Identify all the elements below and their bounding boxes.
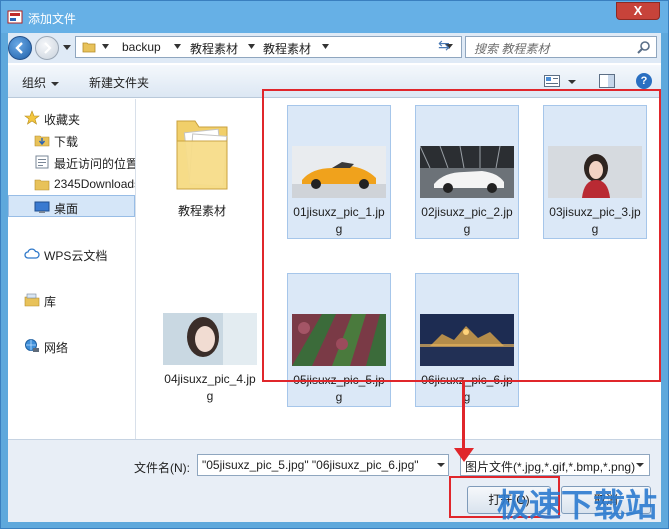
image-thumbnail [420,314,514,366]
file-item-selected[interactable]: 02jisuxz_pic_2.jpg [415,105,519,239]
forward-button[interactable] [35,36,59,60]
nav-item-label: WPS云文档 [44,249,108,263]
address-bar[interactable]: backup 教程素材 教程素材 [75,36,462,58]
breadcrumb-folder-2[interactable]: 教程素材 [263,40,311,57]
image-thumbnail [548,146,642,198]
caret-down-icon [51,81,60,86]
file-name: 03jisuxz_pic_3.jpg [549,205,641,236]
cloud-icon [24,248,40,259]
file-item-selected[interactable]: 01jisuxz_pic_1.jpg [287,105,391,239]
library-icon [24,293,40,307]
dialog-client: backup 教程素材 教程素材 ⇆ 搜索 教程素材 组织 新建文件夹 ? 收藏… [8,33,661,522]
recent-pages-icon[interactable] [63,42,71,52]
nav-item-recent-places[interactable]: 最近访问的位置 [8,151,135,173]
desktop-icon [34,201,50,213]
recent-places-icon [35,155,49,169]
file-dialog-window: 添加文件 X backup 教程素材 教程素材 ⇆ 搜索 教程素材 组织 新建文… [0,0,669,529]
file-name: 06jisuxz_pic_6.jpg [421,373,513,404]
chevron-down-icon[interactable] [174,44,181,49]
navigation-pane: 收藏夹 下载 最近访问的位置 2345Downloads 桌面 WPS云文档 库… [8,99,136,439]
forward-arrow-icon [44,42,52,54]
nav-item-network[interactable]: 网络 [8,335,135,357]
search-placeholder: 搜索 教程素材 [474,42,550,56]
nav-item-label: 最近访问的位置 [54,157,135,171]
file-item[interactable]: 04jisuxz_pic_4.jpg [159,273,263,407]
file-type-select[interactable]: 图片文件(*.jpg,*.gif,*.bmp,*.png) [460,454,650,476]
title-bar[interactable]: 添加文件 X [1,1,668,33]
watermark-logo: 极速下载站 [497,486,658,524]
nav-item-label: 网络 [44,341,69,355]
address-row: backup 教程素材 教程素材 ⇆ 搜索 教程素材 [8,33,661,63]
folder-icon [176,120,228,190]
file-item-selected[interactable]: 03jisuxz_pic_3.jpg [543,105,647,239]
back-arrow-icon [15,42,23,54]
preview-pane-icon[interactable] [599,74,615,88]
nav-item-libraries[interactable]: 库 [8,289,135,311]
file-name: 05jisuxz_pic_5.jpg [293,373,385,404]
window-title: 添加文件 [28,12,77,26]
command-toolbar: 组织 新建文件夹 ? [8,64,661,98]
file-name: 教程素材 [177,204,226,218]
file-type-dropdown-icon[interactable] [636,463,644,467]
nav-item-label: 桌面 [54,202,79,216]
organize-button[interactable]: 组织 [22,74,60,91]
image-thumbnail [292,146,386,198]
breadcrumb-backup[interactable]: backup [122,40,161,54]
file-name: 01jisuxz_pic_1.jpg [293,205,385,236]
refresh-icon[interactable]: ⇆ [438,38,454,53]
nav-item-label: 下载 [54,135,79,149]
app-icon [7,10,23,24]
file-item-selected[interactable]: 06jisuxz_pic_6.jpg [415,273,519,407]
download-folder-icon [34,135,50,147]
chevron-down-icon[interactable] [248,44,255,49]
filename-label: 文件名(N): [134,461,190,475]
image-thumbnail [292,314,386,366]
star-icon [24,110,40,125]
file-name: 04jisuxz_pic_4.jpg [164,372,256,403]
nav-item-downloads[interactable]: 下载 [8,129,135,151]
nav-item-wps-cloud[interactable]: WPS云文档 [8,243,135,265]
nav-item-label: 2345Downloads [54,177,135,191]
file-list: 教程素材 01jisuxz_pic_1.jpg 02jisuxz_pic_2.j… [137,99,661,439]
image-thumbnail [163,313,257,365]
nav-item-favorites[interactable]: 收藏夹 [8,107,135,129]
breadcrumb-folder-1[interactable]: 教程素材 [190,40,238,57]
filename-dropdown-icon[interactable] [437,463,445,467]
organize-label: 组织 [22,76,47,90]
network-icon [25,339,39,352]
nav-item-desktop[interactable]: 桌面 [8,195,135,217]
nav-item-label: 收藏夹 [44,113,81,127]
filename-input[interactable]: "05jisuxz_pic_5.jpg" "06jisuxz_pic_6.jpg… [197,454,449,476]
change-view-icon[interactable] [544,75,560,87]
folder-icon [82,42,96,53]
annotation-arrow-line [462,382,465,452]
close-button[interactable]: X [616,2,660,20]
help-icon[interactable]: ? [636,73,652,89]
image-thumbnail [420,146,514,198]
folder-icon [34,179,50,191]
file-item-selected[interactable]: 05jisuxz_pic_5.jpg [287,273,391,407]
chevron-down-icon[interactable] [102,44,109,49]
search-icon[interactable] [637,40,651,54]
file-name: 02jisuxz_pic_2.jpg [421,205,513,236]
folder-item[interactable]: 教程素材 [151,105,255,239]
back-button[interactable] [8,36,32,60]
search-input[interactable]: 搜索 教程素材 [465,36,657,58]
new-folder-button[interactable]: 新建文件夹 [89,74,149,91]
nav-item-2345downloads[interactable]: 2345Downloads [8,173,135,195]
view-options-caret-icon[interactable] [568,80,576,84]
nav-item-label: 库 [44,295,57,309]
annotation-arrow-head [454,448,474,462]
chevron-down-icon[interactable] [322,44,329,49]
